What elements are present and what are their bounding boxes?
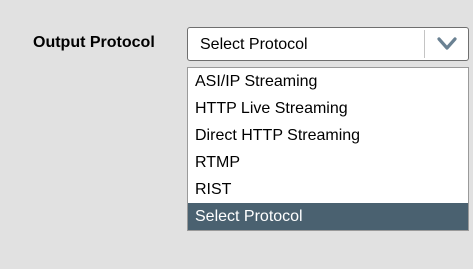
option-rtmp[interactable]: RTMP	[188, 149, 468, 176]
output-protocol-select[interactable]: Select Protocol	[187, 27, 469, 61]
option-http-live-streaming[interactable]: HTTP Live Streaming	[188, 95, 468, 122]
output-protocol-label: Output Protocol	[33, 34, 155, 51]
option-select-protocol[interactable]: Select Protocol	[188, 203, 468, 230]
select-current-value: Select Protocol	[200, 36, 308, 53]
protocol-dropdown-list: ASI/IP Streaming HTTP Live Streaming Dir…	[187, 67, 469, 231]
select-divider	[424, 30, 425, 58]
option-direct-http-streaming[interactable]: Direct HTTP Streaming	[188, 122, 468, 149]
option-rist[interactable]: RIST	[188, 176, 468, 203]
option-asi-ip-streaming[interactable]: ASI/IP Streaming	[188, 68, 468, 95]
chevron-down-icon[interactable]	[429, 31, 465, 57]
